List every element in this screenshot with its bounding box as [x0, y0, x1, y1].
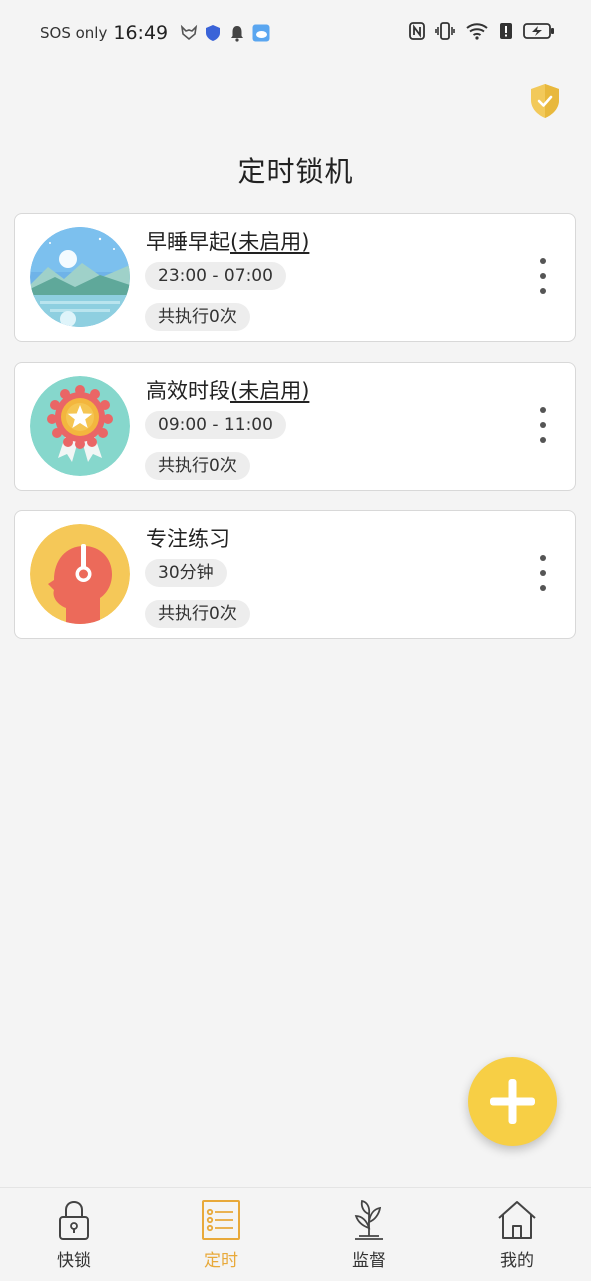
- more-options-icon[interactable]: [533, 555, 553, 591]
- bell-notification-icon: [228, 24, 246, 42]
- weather-notification-icon: [252, 24, 270, 42]
- time-range-chip: 09:00 - 11:00: [145, 411, 286, 439]
- nav-item-schedule[interactable]: 定时: [161, 1198, 281, 1278]
- battery-charging-icon: [523, 22, 555, 44]
- card-status: (未启用): [230, 230, 310, 254]
- shield-notification-icon: [204, 24, 222, 42]
- time-range-chip: 23:00 - 07:00: [145, 262, 286, 290]
- schedule-card-efficient-period[interactable]: 高效时段(未启用) 09:00 - 11:00 共执行0次: [14, 362, 576, 491]
- lock-icon: [52, 1198, 96, 1242]
- nav-item-supervise[interactable]: 监督: [309, 1198, 429, 1278]
- bottom-navigation: 快锁 定时 监督 我的: [0, 1187, 591, 1281]
- schedule-list-icon: [199, 1198, 243, 1242]
- card-title: 高效时段(未启用): [146, 379, 310, 403]
- nav-item-mine[interactable]: 我的: [457, 1198, 577, 1278]
- more-options-icon[interactable]: [533, 407, 553, 443]
- nav-label: 监督: [352, 1251, 386, 1271]
- nav-label: 快锁: [57, 1251, 91, 1271]
- vibrate-icon: [435, 22, 455, 44]
- status-bar: SOS only 16:49: [0, 0, 591, 64]
- card-title: 专注练习: [146, 527, 230, 551]
- execution-count-chip: 共执行0次: [145, 452, 250, 480]
- clock-text: 16:49: [113, 22, 169, 44]
- nav-label: 我的: [500, 1251, 534, 1271]
- head-focus-icon: [30, 524, 130, 624]
- execution-count-chip: 共执行0次: [145, 600, 250, 628]
- carrier-text: SOS only: [40, 24, 108, 42]
- nfc-icon: [409, 22, 425, 44]
- nav-label: 定时: [204, 1251, 238, 1271]
- wifi-icon: [465, 22, 489, 44]
- schedule-card-focus-practice[interactable]: 专注练习 30分钟 共执行0次: [14, 510, 576, 639]
- sprout-icon: [347, 1198, 391, 1242]
- landscape-icon: [30, 227, 130, 327]
- card-title: 早睡早起(未启用): [146, 230, 310, 254]
- schedule-card-early-sleep[interactable]: 早睡早起(未启用) 23:00 - 07:00 共执行0次: [14, 213, 576, 342]
- duration-chip: 30分钟: [145, 559, 227, 587]
- card-status: (未启用): [230, 379, 310, 403]
- fox-notification-icon: [180, 24, 198, 42]
- page-title: 定时锁机: [237, 155, 354, 188]
- home-icon: [495, 1198, 539, 1242]
- more-options-icon[interactable]: [533, 258, 553, 294]
- signal-alert-icon: [499, 22, 513, 44]
- add-schedule-button[interactable]: [468, 1057, 557, 1146]
- security-shield-icon[interactable]: [529, 83, 561, 119]
- medal-icon: [30, 376, 130, 476]
- execution-count-chip: 共执行0次: [145, 303, 250, 331]
- plus-icon: [490, 1079, 535, 1124]
- nav-item-quick-lock[interactable]: 快锁: [14, 1198, 134, 1278]
